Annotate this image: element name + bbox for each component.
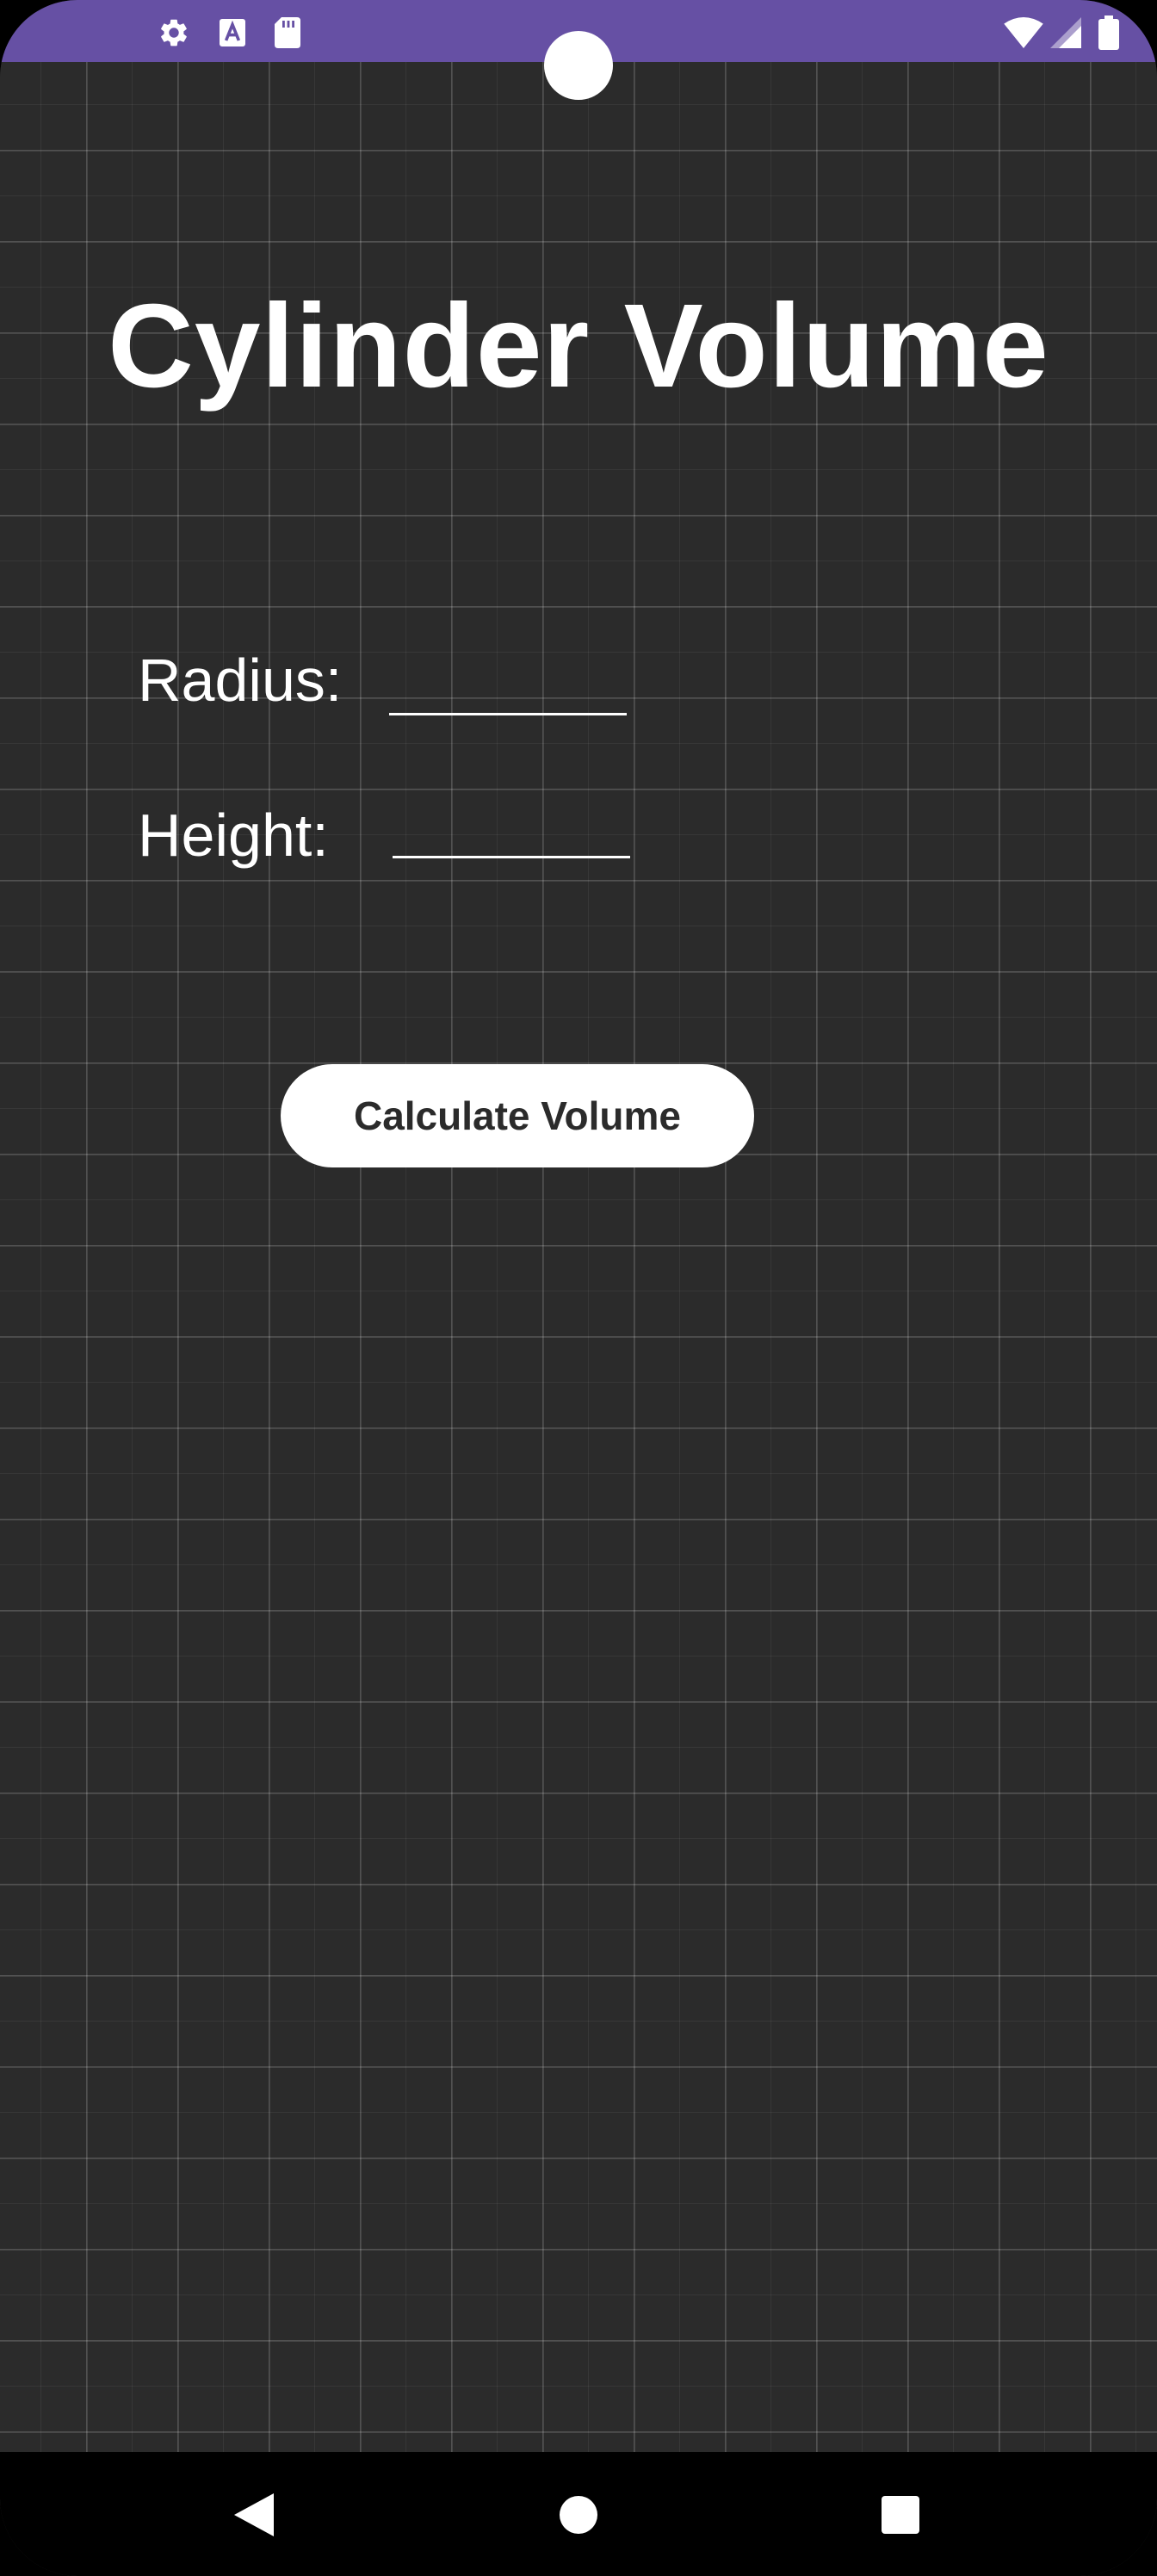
text-a-icon <box>215 15 250 50</box>
navigation-bar <box>0 2452 1157 2576</box>
main-content: Cylinder Volume Radius: Height: Calculat… <box>0 62 1157 2452</box>
height-label: Height: <box>138 802 329 869</box>
back-icon[interactable] <box>215 2476 293 2554</box>
phone-screen: Cylinder Volume Radius: Height: Calculat… <box>0 0 1157 2576</box>
signal-icon <box>1049 15 1083 50</box>
recents-icon[interactable] <box>862 2476 939 2554</box>
wifi-icon <box>1004 15 1043 50</box>
calculate-volume-button[interactable]: Calculate Volume <box>281 1064 754 1167</box>
home-icon[interactable] <box>540 2476 617 2554</box>
page-title: Cylinder Volume <box>108 280 1049 412</box>
radius-label: Radius: <box>138 647 343 714</box>
height-input[interactable] <box>393 796 630 858</box>
gear-icon <box>157 15 191 50</box>
battery-icon <box>1092 15 1126 50</box>
radius-input[interactable] <box>389 653 627 715</box>
sd-card-icon <box>270 15 305 50</box>
camera-cutout <box>544 31 613 100</box>
